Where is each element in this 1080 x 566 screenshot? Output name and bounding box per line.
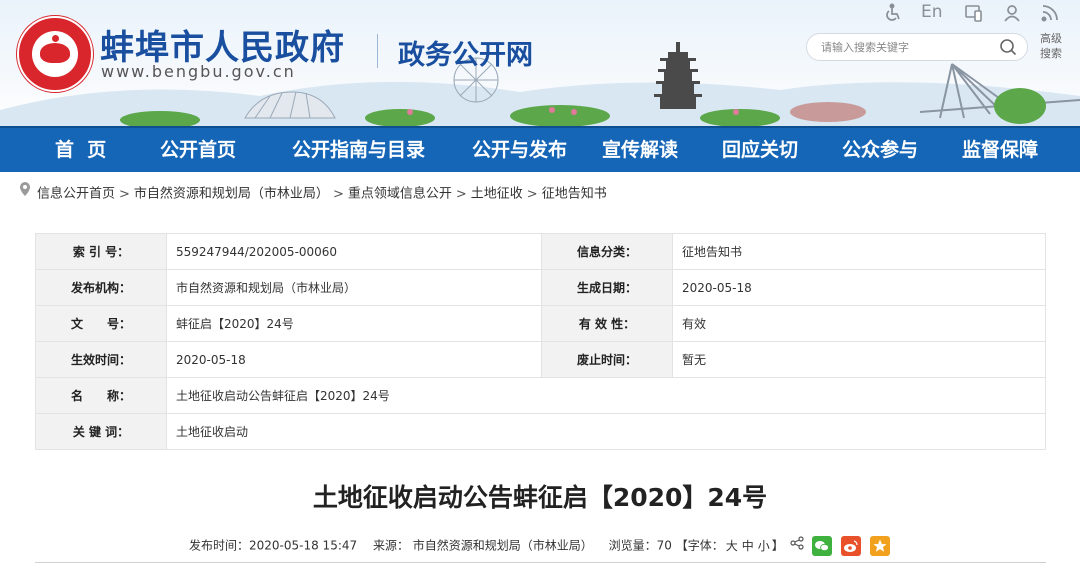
breadcrumb-disclosure-home[interactable]: 信息公开首页 [37, 187, 115, 202]
table-row: 文 号： 蚌征启【2020】24号 有 效 性： 有效 [35, 305, 1046, 342]
table-row: 关 键 词： 土地征收启动 [35, 413, 1046, 450]
publisher-label: 发布机构： [35, 269, 167, 306]
search-icon[interactable] [999, 38, 1017, 56]
breadcrumb-notice[interactable]: 征地告知书 [542, 187, 607, 202]
created-date-label: 生成日期： [541, 269, 673, 306]
document-number-label: 文 号： [35, 305, 167, 342]
article-title: 土地征收启动公告蚌征启【2020】24号 [312, 483, 768, 512]
breadcrumb-separator: > [455, 186, 467, 202]
source: 来源： 市自然资源和规划局（市林业局） [372, 538, 593, 553]
table-row: 生效时间： 2020-05-18 废止时间： 暂无 [35, 341, 1046, 378]
site-url: www.bengbu.gov.cn [101, 62, 296, 81]
mobile-version-icon[interactable] [964, 3, 984, 25]
table-row: 索 引 号： 559247944/202005-00060 信息分类： 征地告知… [35, 233, 1046, 270]
breadcrumb-land-expropriation[interactable]: 土地征收 [471, 187, 523, 202]
name-value: 土地征收启动公告蚌征启【2020】24号 [166, 377, 1046, 414]
nav-item-home[interactable]: 首 页 [55, 128, 106, 172]
font-size-small-button[interactable]: 小 [758, 539, 770, 553]
keywords-label: 关 键 词： [35, 413, 167, 450]
nav-item-disclosure-release[interactable]: 公开与发布 [472, 128, 567, 172]
font-size-medium-button[interactable]: 中 [742, 539, 754, 553]
index-number-value: 559247944/202005-00060 [166, 233, 542, 270]
font-size-suffix: 】 [771, 538, 784, 553]
breadcrumb: 信息公开首页 > 市自然资源和规划局（市林业局） > 重点领域信息公开 > 土地征收 > 征地告… [18, 180, 607, 208]
font-size-prefix: 【字体： [675, 538, 724, 553]
table-row: 名 称： 土地征收启动公告蚌征启【2020】24号 [35, 377, 1046, 414]
table-row: 发布机构： 市自然资源和规划局（市林业局） 生成日期： 2020-05-18 [35, 269, 1046, 306]
keywords-value: 土地征收启动 [166, 413, 1046, 450]
site-header: 蚌埠市人民政府 www.bengbu.gov.cn 政务公开网 En 请输入搜索… [0, 0, 1080, 126]
nav-item-disclosure-home[interactable]: 公开首页 [160, 128, 236, 172]
publisher-value: 市自然资源和规划局（市林业局） [166, 269, 542, 306]
advanced-search-label-1: 高级 [1040, 32, 1062, 45]
nav-item-policy-interpretation[interactable]: 宣传解读 [602, 128, 678, 172]
location-pin-icon [18, 180, 32, 208]
nav-item-response[interactable]: 回应关切 [722, 128, 798, 172]
nav-item-public-participation[interactable]: 公众参与 [842, 128, 918, 172]
main-nav: 首 页 公开首页 公开指南与目录 公开与发布 宣传解读 回应关切 公众参与 监督… [0, 126, 1080, 172]
wechat-share-icon[interactable] [812, 535, 833, 556]
breadcrumb-separator: > [526, 186, 538, 202]
category-label: 信息分类： [541, 233, 673, 270]
breadcrumb-department[interactable]: 市自然资源和规划局（市林业局） [134, 187, 329, 202]
site-subtitle: 政务公开网 [398, 40, 533, 71]
font-size-large-button[interactable]: 大 [726, 539, 738, 553]
publish-time: 发布时间：2020-05-18 15:47 [189, 538, 358, 553]
advanced-search-label-2: 搜索 [1040, 47, 1062, 60]
created-date-value: 2020-05-18 [672, 269, 1046, 306]
english-version-link[interactable]: En [921, 2, 943, 24]
breadcrumb-key-areas[interactable]: 重点领域信息公开 [348, 187, 452, 202]
validity-value: 有效 [672, 305, 1046, 342]
nav-item-guide-catalog[interactable]: 公开指南与目录 [292, 128, 425, 172]
info-metadata-table: 索 引 号： 559247944/202005-00060 信息分类： 征地告知… [35, 233, 1046, 450]
search-input[interactable] [819, 37, 993, 57]
repeal-date-label: 废止时间： [541, 341, 673, 378]
weibo-share-icon[interactable] [841, 535, 862, 556]
effective-date-value: 2020-05-18 [166, 341, 542, 378]
rss-icon[interactable] [1040, 3, 1060, 25]
view-count: 浏览量：70 [608, 538, 672, 553]
user-login-icon[interactable] [1002, 3, 1022, 25]
search-box [806, 33, 1028, 61]
advanced-search-link[interactable]: 高级 搜索 [1036, 31, 1066, 61]
breadcrumb-separator: > [119, 186, 130, 202]
name-label: 名 称： [35, 377, 167, 414]
city-emblem-logo[interactable] [17, 16, 93, 92]
index-number-label: 索 引 号： [35, 233, 167, 270]
category-value: 征地告知书 [672, 233, 1046, 270]
share-icon[interactable] [790, 535, 804, 557]
title-divider [377, 34, 378, 68]
content-divider [35, 562, 1046, 563]
accessibility-icon[interactable] [883, 3, 903, 25]
nav-item-supervision[interactable]: 监督保障 [962, 128, 1038, 172]
article-meta: 发布时间：2020-05-18 15:47 来源： 市自然资源和规划局（市林业局… [189, 534, 891, 557]
document-number-value: 蚌征启【2020】24号 [166, 305, 542, 342]
repeal-date-value: 暂无 [672, 341, 1046, 378]
effective-date-label: 生效时间： [35, 341, 167, 378]
breadcrumb-separator: > [332, 186, 344, 202]
favorite-star-icon[interactable] [870, 535, 891, 556]
validity-label: 有 效 性： [541, 305, 673, 342]
